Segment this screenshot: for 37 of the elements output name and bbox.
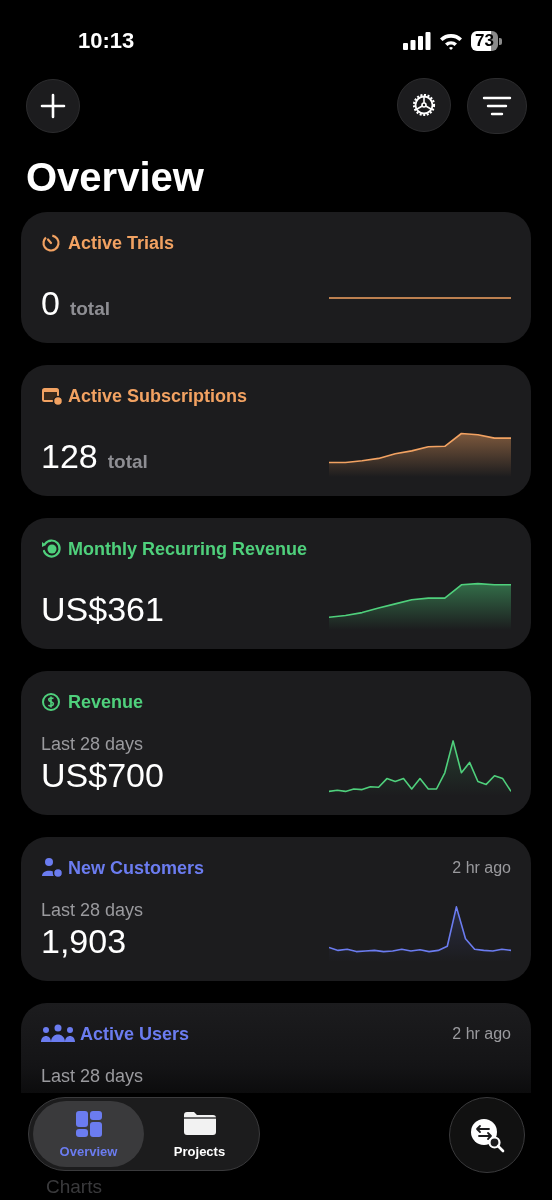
card-title: Monthly Recurring Revenue: [68, 538, 308, 560]
metric-card[interactable]: Active Subscriptions 128 total: [21, 365, 531, 496]
wifi-icon: [439, 32, 464, 50]
unit-label: total: [107, 451, 148, 473]
metric-card[interactable]: Active Users 2 hr ago Last 28 days: [21, 1003, 531, 1093]
metric-value: US$361: [41, 589, 164, 629]
metric-value: US$700: [41, 755, 164, 795]
updated-time: 2 hr ago: [452, 1025, 511, 1043]
filter-icon: [482, 95, 512, 117]
page-title: Overview: [26, 154, 205, 200]
metric-card[interactable]: Monthly Recurring Revenue US$361: [21, 518, 531, 649]
unit-label: total: [69, 298, 111, 320]
metric-value: 1,903: [41, 921, 127, 961]
metric-value: 0: [41, 283, 60, 323]
card-title: Active Subscriptions: [68, 385, 248, 407]
add-button[interactable]: [26, 79, 80, 133]
metric-value: 128: [41, 436, 98, 476]
period-label: Last 28 days: [41, 733, 145, 755]
tab[interactable]: Projects: [144, 1101, 255, 1167]
metric-card[interactable]: New Customers 2 hr ago Last 28 days 1,903: [21, 837, 531, 981]
settings-button[interactable]: [397, 78, 451, 132]
folder-icon: [182, 1109, 217, 1138]
card-title: Revenue: [68, 691, 144, 713]
section-heading: Charts: [46, 1176, 102, 1198]
card-title: Active Trials: [68, 232, 175, 254]
period-label: Last 28 days: [41, 1065, 144, 1087]
filter-button[interactable]: [467, 78, 527, 134]
card-title: Active Users: [80, 1023, 190, 1045]
signal-icon: [403, 32, 432, 50]
plus-icon: [40, 93, 66, 119]
metric-card[interactable]: Active Trials 0 total: [21, 212, 531, 343]
status-time: 10:13: [78, 28, 135, 54]
metric-card[interactable]: Revenue Last 28 days US$700: [21, 671, 531, 815]
card-title: New Customers: [68, 857, 205, 879]
period-label: Last 28 days: [41, 899, 144, 921]
dashboard-icon: [74, 1109, 103, 1138]
updated-time: 2 hr ago: [452, 859, 511, 877]
